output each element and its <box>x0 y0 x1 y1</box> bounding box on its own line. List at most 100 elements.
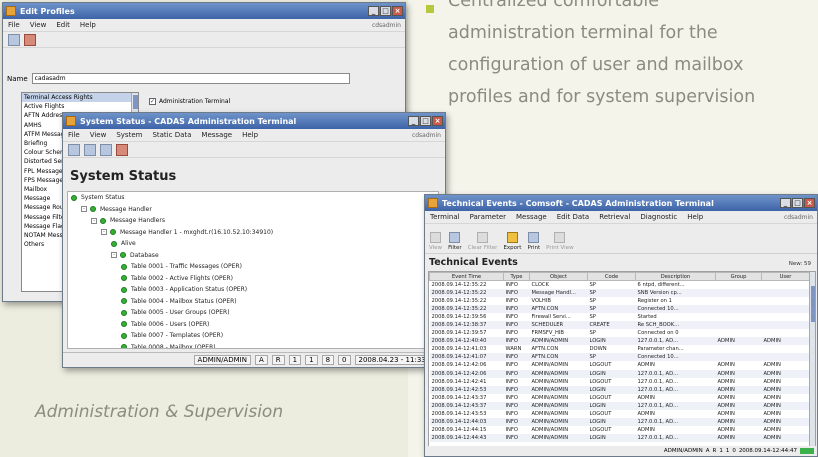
table-row[interactable]: 2008.09.14-12:42:06 INFO ADMIN/ADMIN LOGIN 1… <box>429 369 810 378</box>
clear-filter-button[interactable]: Clear Filter <box>468 232 497 253</box>
expand-toggle-icon[interactable]: - <box>81 206 87 213</box>
close-button[interactable]: × <box>432 116 443 126</box>
expand-icon[interactable] <box>84 143 96 156</box>
menu-view[interactable]: View <box>30 21 47 29</box>
tree-node[interactable]: System Status <box>68 192 438 204</box>
menu-file[interactable]: File <box>68 131 80 139</box>
expand-toggle-icon[interactable]: - <box>101 229 107 236</box>
column-header[interactable]: Event Time <box>429 272 504 281</box>
table-row[interactable]: 2008.09.14-12:42:06 INFO ADMIN/ADMIN LOGOUT… <box>430 361 810 369</box>
status-titlebar[interactable]: System Status - CADAS Administration Ter… <box>63 113 445 129</box>
menu-view[interactable]: View <box>90 131 107 139</box>
events-scrollbar[interactable] <box>809 272 815 448</box>
menu-help[interactable]: Help <box>242 131 258 139</box>
refresh-icon[interactable] <box>68 143 80 156</box>
column-header[interactable]: Description <box>635 272 716 281</box>
table-row[interactable]: 2008.09.14-12:39:56 INFO Firewall Servi...… <box>430 313 810 321</box>
maximize-button[interactable]: □ <box>420 116 431 126</box>
menu-file[interactable]: File <box>8 21 20 29</box>
table-row[interactable]: 2008.09.14-12:42:53 INFO ADMIN/ADMIN LOGIN 1… <box>429 385 810 394</box>
save-icon[interactable] <box>8 33 20 46</box>
table-row[interactable]: 2008.09.14-12:35:22 INFO VOLHIB SP Register … <box>430 297 810 305</box>
tree-node[interactable]: - Message Handlers <box>68 215 438 227</box>
events-table: Event Time Type Object Code Description Group… <box>428 271 816 449</box>
column-header[interactable]: User <box>761 272 810 281</box>
table-row[interactable]: 2008.09.14-12:35:22 INFO AFTN.CON SP Connect… <box>429 304 810 313</box>
profiles-titlebar[interactable]: Edit Profiles _ □ × <box>3 3 405 19</box>
menu-static-data[interactable]: Static Data <box>152 131 191 139</box>
tree-node[interactable]: Table 0004 - Mailbox Status (OPER) <box>68 296 438 308</box>
tree-node[interactable]: Table 0005 - User Groups (OPER) <box>68 307 438 319</box>
admin-terminal-checkbox[interactable]: ✓ <box>149 98 156 105</box>
minimize-button[interactable]: _ <box>780 198 791 208</box>
scrollbar-thumb[interactable] <box>811 286 815 322</box>
menu-system[interactable]: System <box>116 131 142 139</box>
table-row[interactable]: 2008.09.14-12:43:53 INFO ADMIN/ADMIN LOGOUT… <box>430 410 810 418</box>
menu-message[interactable]: Message <box>201 131 232 139</box>
tree-node[interactable]: Table 0002 - Active Flights (OPER) <box>68 273 438 285</box>
view-button[interactable]: View <box>429 232 442 253</box>
tree-node[interactable]: Table 0008 - Mailbox (OPER) <box>68 342 438 348</box>
table-row[interactable]: 2008.09.14-12:44:15 INFO ADMIN/ADMIN LOGOUT… <box>430 426 810 434</box>
table-row[interactable]: 2008.09.14-12:44:43 INFO ADMIN/ADMIN LOGIN 1… <box>429 434 810 443</box>
tree-node[interactable]: Table 0003 - Application Status (OPER) <box>68 284 438 296</box>
column-header[interactable]: Group <box>715 272 762 281</box>
status-ok-icon <box>121 298 127 305</box>
tree-node[interactable]: Table 0006 - Users (OPER) <box>68 319 438 331</box>
table-row[interactable]: 2008.09.14-12:40:40 INFO ADMIN/ADMIN LOGIN 1… <box>429 337 810 346</box>
collapse-icon[interactable] <box>100 143 112 156</box>
close-button[interactable]: × <box>392 6 403 16</box>
tree-node-label: Alive <box>121 240 136 248</box>
status-field: 1 <box>305 355 318 365</box>
menu-edit-data[interactable]: Edit Data <box>557 213 590 221</box>
print-view-button[interactable]: Print View <box>546 232 574 253</box>
column-header[interactable]: Object <box>529 272 588 281</box>
scrollbar-thumb[interactable] <box>133 95 138 109</box>
menu-help[interactable]: Help <box>687 213 703 221</box>
filter-button[interactable]: Filter <box>448 232 462 253</box>
maximize-button[interactable]: □ <box>380 6 391 16</box>
table-row[interactable]: 2008.09.14-12:44:03 INFO ADMIN/ADMIN LOGIN 1… <box>429 418 810 427</box>
menu-message[interactable]: Message <box>516 213 547 221</box>
profile-item[interactable]: Active Flights <box>22 102 138 111</box>
menu-parameter[interactable]: Parameter <box>470 213 506 221</box>
table-row[interactable]: 2008.09.14-12:41:07 INFO AFTN.CON SP Connect… <box>429 353 810 362</box>
menu-terminal[interactable]: Terminal <box>430 213 460 221</box>
table-row[interactable]: 2008.09.14-12:43:37 INFO ADMIN/ADMIN LOGOUT… <box>430 394 810 402</box>
tree-node[interactable]: Table 0007 - Templates (OPER) <box>68 330 438 342</box>
tree-node[interactable]: - Database <box>68 250 438 262</box>
print-button[interactable]: Print <box>527 232 540 253</box>
menu-retrieval[interactable]: Retrieval <box>599 213 630 221</box>
table-row[interactable]: 2008.09.14-12:41:03 WARN AFTN.CON DOWN Param… <box>430 345 810 353</box>
exit-icon[interactable] <box>116 143 128 156</box>
table-row[interactable]: 2008.09.14-12:39:57 INFO FRMSFV_HIB SP Conne… <box>430 329 810 337</box>
profile-item[interactable]: Terminal Access Rights <box>22 93 138 103</box>
maximize-button[interactable]: □ <box>792 198 803 208</box>
tree-node[interactable]: - Message Handler <box>68 204 438 216</box>
table-row[interactable]: 2008.09.14-12:35:22 INFO Message Handl... S… <box>429 288 810 297</box>
status-ok-icon <box>121 275 127 282</box>
minimize-button[interactable]: _ <box>408 116 419 126</box>
menu-help[interactable]: Help <box>80 21 96 29</box>
tree-node[interactable]: - Message Handler 1 - mxghdt.r(16.10.52.1… <box>68 227 438 239</box>
export-button[interactable]: Export <box>503 232 521 253</box>
name-field[interactable]: cadasadm <box>31 73 350 84</box>
table-row[interactable]: 2008.09.14-12:42:41 INFO ADMIN/ADMIN LOGOUT… <box>430 378 810 386</box>
menu-diagnostic[interactable]: Diagnostic <box>640 213 677 221</box>
events-titlebar[interactable]: Technical Events - Comsoft - CADAS Admin… <box>425 195 817 211</box>
menu-edit[interactable]: Edit <box>56 21 70 29</box>
minimize-button[interactable]: _ <box>368 6 379 16</box>
expand-toggle-icon[interactable]: - <box>91 217 97 224</box>
tree-node-label: Table 0001 - Traffic Messages (OPER) <box>131 263 242 271</box>
tree-node[interactable]: Table 0001 - Traffic Messages (OPER) <box>68 261 438 273</box>
table-row[interactable]: 2008.09.14-12:35:22 INFO CLOCK SP 6 ntpd, di… <box>430 281 810 289</box>
delete-icon[interactable] <box>24 33 36 46</box>
tree-node[interactable]: Alive <box>68 238 438 250</box>
table-row[interactable]: 2008.09.14-12:43:37 INFO ADMIN/ADMIN LOGIN 1… <box>429 401 810 410</box>
expand-toggle-icon[interactable]: - <box>111 252 117 259</box>
table-row[interactable]: 2008.09.14-12:38:37 INFO SCHEDULER CREATE Re… <box>429 320 810 330</box>
table-cell <box>761 320 810 330</box>
column-header[interactable]: Type <box>503 272 530 281</box>
column-header[interactable]: Code <box>587 272 636 281</box>
close-button[interactable]: × <box>804 198 815 208</box>
